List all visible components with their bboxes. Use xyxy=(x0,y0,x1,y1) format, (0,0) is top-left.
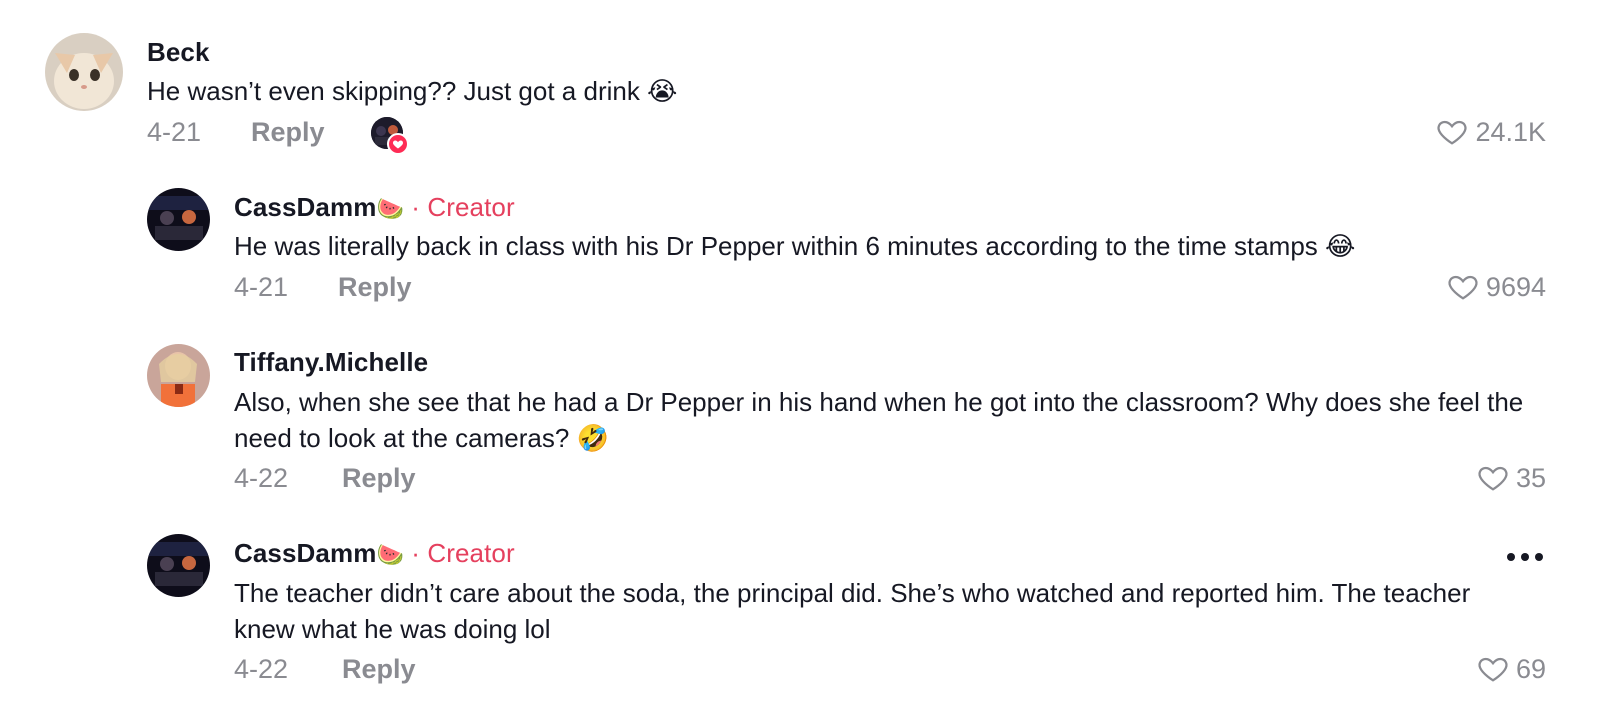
like-count: 9694 xyxy=(1485,271,1546,302)
comment-username[interactable]: Tiffany.Michelle xyxy=(234,347,428,378)
like-button[interactable]: 24.1K xyxy=(1435,116,1546,148)
creator-tag: · Creator xyxy=(403,538,515,568)
heart-outline-icon xyxy=(1448,275,1478,300)
watermelon-emoji: 🍉 xyxy=(376,542,404,567)
username-text[interactable]: Tiffany.Michelle xyxy=(234,347,428,377)
heart-outline-icon xyxy=(1478,466,1508,491)
more-dots-icon[interactable] xyxy=(1507,553,1543,561)
comment-date: 4-22 xyxy=(234,463,289,493)
like-count: 35 xyxy=(1515,462,1546,493)
comment-text: He was literally back in class with his … xyxy=(234,231,1356,261)
heart-outline-icon xyxy=(1478,657,1508,682)
comment-username[interactable]: Beck xyxy=(147,37,210,68)
comment-text: Also, when she see that he had a Dr Pepp… xyxy=(234,387,1524,453)
creator-tag: · Creator xyxy=(403,192,515,222)
comment-date: 4-21 xyxy=(147,117,202,147)
watermelon-emoji: 🍉 xyxy=(376,196,404,221)
avatar[interactable] xyxy=(147,344,210,407)
like-button[interactable]: 35 xyxy=(1476,462,1546,494)
like-button[interactable]: 69 xyxy=(1476,653,1546,685)
avatar[interactable] xyxy=(45,33,123,111)
like-button[interactable]: 9694 xyxy=(1446,271,1546,303)
reply-button[interactable]: Reply xyxy=(338,272,412,303)
reply-button[interactable]: Reply xyxy=(251,117,325,148)
comment-username[interactable]: CassDamm🍉 · Creator xyxy=(234,538,515,569)
reply-button[interactable]: Reply xyxy=(342,463,416,494)
username-text[interactable]: Beck xyxy=(147,37,210,67)
reply-button[interactable]: Reply xyxy=(342,654,416,685)
comment-text: The teacher didn’t care about the soda, … xyxy=(234,578,1471,644)
username-text[interactable]: CassDamm xyxy=(234,538,376,568)
liked-by-creator-heart-icon xyxy=(387,133,409,155)
avatar[interactable] xyxy=(147,534,210,597)
avatar[interactable] xyxy=(147,188,210,251)
comment-username[interactable]: CassDamm🍉 · Creator xyxy=(234,192,515,223)
like-count: 24.1K xyxy=(1475,116,1546,147)
liked-by-creator-badge xyxy=(371,117,409,155)
heart-outline-icon xyxy=(1437,120,1468,145)
like-count: 69 xyxy=(1515,653,1546,684)
comment-date: 4-22 xyxy=(234,654,289,684)
comment-text: He wasn’t even skipping?? Just got a dri… xyxy=(147,76,678,106)
username-text[interactable]: CassDamm xyxy=(234,192,376,222)
comment-date: 4-21 xyxy=(234,272,289,302)
